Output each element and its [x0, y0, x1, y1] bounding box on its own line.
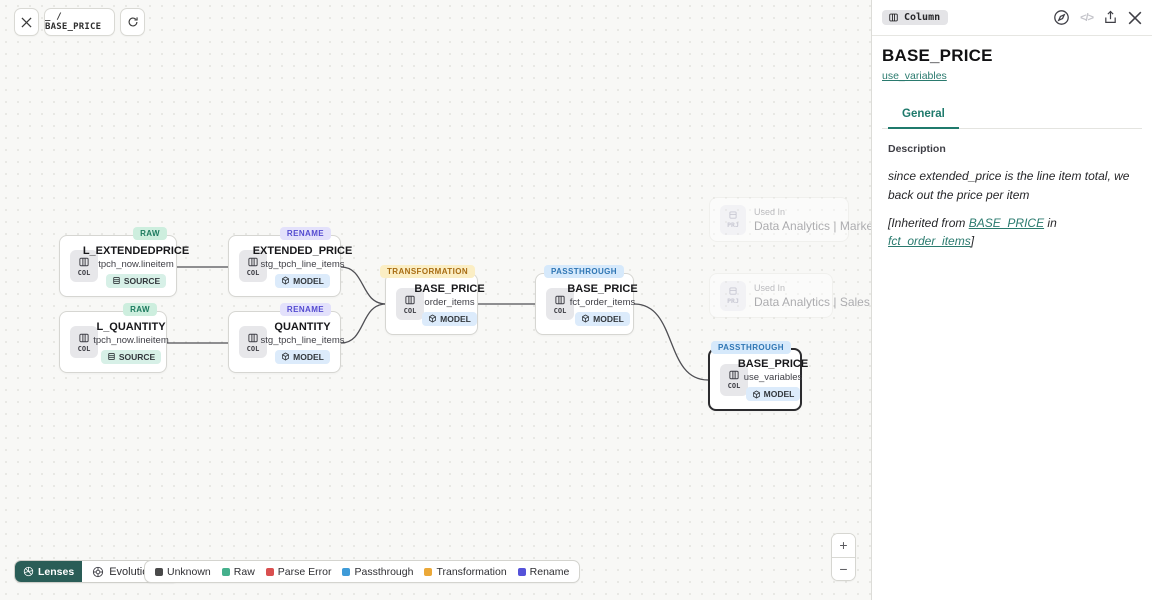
used-in-card-marketing[interactable]: PRJ Used In Data Analytics | Marketing: [709, 197, 849, 242]
node-title: L_QUANTITY: [96, 321, 165, 333]
used-in-value: Data Analytics | Sales: [754, 295, 870, 309]
description-label: Description: [888, 143, 1136, 155]
evolution-icon: [92, 566, 104, 578]
zoom-in-button[interactable]: +: [832, 534, 855, 558]
node-title: L_EXTENDEDPRICE: [83, 245, 189, 257]
project-icon: PRJ: [720, 281, 746, 311]
node-l-extendedprice[interactable]: RAW COL L_EXTENDEDPRICE tpch_now.lineite…: [59, 235, 177, 297]
legend-item-passthrough: Passthrough: [342, 566, 413, 578]
node-subtitle: tpch_now.lineitem: [93, 335, 169, 346]
zoom-out-button[interactable]: −: [832, 558, 855, 581]
passthrough-swatch: [342, 568, 350, 576]
inherited-model-link[interactable]: fct_order_items: [888, 234, 971, 248]
close-lineage-button[interactable]: [14, 8, 39, 36]
transformation-swatch: [424, 568, 432, 576]
node-subtitle: tpch_now.lineitem: [98, 259, 174, 270]
panel-header: Column </>: [872, 0, 1152, 36]
used-in-label: Used In: [754, 283, 870, 293]
node-subtitle: use_variables: [744, 372, 803, 383]
node-subtitle: stg_tpch_line_items: [261, 259, 345, 270]
legend-item-parse-error: Parse Error: [266, 566, 332, 578]
node-l-quantity[interactable]: RAW COL L_QUANTITY tpch_now.lineitem SOU…: [59, 311, 167, 373]
edge-type-badge: PASSTHROUGH: [544, 265, 624, 278]
edge-type-badge: TRANSFORMATION: [380, 265, 475, 278]
edge-type-legend: Unknown Raw Parse Error Passthrough Tran…: [144, 560, 580, 583]
model-badge: MODEL: [746, 387, 801, 401]
project-icon: PRJ: [720, 205, 746, 235]
lineage-canvas[interactable]: _ / BASE_PRICE PRJ Used In Data Analytic…: [0, 0, 871, 600]
details-panel: Column </> BASE_PRICE use_variables Gene…: [871, 0, 1152, 600]
tab-general[interactable]: General: [888, 102, 959, 129]
legend-item-transformation: Transformation: [424, 566, 506, 578]
model-badge: MODEL: [275, 274, 330, 288]
refresh-button[interactable]: [120, 8, 145, 36]
edge-type-badge: RAW: [123, 303, 157, 316]
entity-type-badge: Column: [882, 10, 948, 25]
share-icon[interactable]: [1103, 10, 1118, 25]
panel-tabs: General: [882, 102, 1142, 129]
column-icon: [888, 12, 899, 23]
lenses-button[interactable]: Lenses: [15, 561, 82, 582]
parse-error-swatch: [266, 568, 274, 576]
node-subtitle: stg_tpch_line_items: [261, 335, 345, 346]
node-subtitle: fct_order_items: [570, 297, 635, 308]
unknown-swatch: [155, 568, 163, 576]
node-title: BASE_PRICE: [567, 283, 637, 295]
model-badge: MODEL: [575, 312, 630, 326]
rename-swatch: [518, 568, 526, 576]
model-badge: MODEL: [422, 312, 477, 326]
node-base-price-order-items[interactable]: TRANSFORMATION COL BASE_PRICE order_item…: [385, 273, 478, 335]
node-extended-price[interactable]: RENAME COL EXTENDED_PRICE stg_tpch_line_…: [228, 235, 341, 297]
legend-item-raw: Raw: [222, 566, 255, 578]
code-icon[interactable]: </>: [1080, 12, 1093, 24]
source-badge: SOURCE: [101, 350, 161, 364]
zoom-controls: + −: [831, 533, 856, 581]
description-text: since extended_price is the line item to…: [888, 167, 1136, 204]
compass-icon[interactable]: [1053, 9, 1070, 26]
edge-type-badge: RENAME: [280, 227, 331, 240]
model-badge: MODEL: [275, 350, 330, 364]
lens-aperture-icon: [23, 566, 34, 577]
node-quantity[interactable]: RENAME COL QUANTITY stg_tpch_line_items …: [228, 311, 341, 373]
model-link[interactable]: use_variables: [882, 70, 947, 82]
node-title: EXTENDED_PRICE: [253, 245, 353, 257]
node-base-price-fct-order-items[interactable]: PASSTHROUGH COL BASE_PRICE fct_order_ite…: [535, 273, 634, 335]
refresh-icon: [127, 16, 139, 28]
node-subtitle: order_items: [424, 297, 474, 308]
legend-item-unknown: Unknown: [155, 566, 211, 578]
legend-item-rename: Rename: [518, 566, 570, 578]
inherited-note: [Inherited from BASE_PRICE in fct_order_…: [888, 214, 1136, 250]
edge-type-badge: PASSTHROUGH: [711, 341, 791, 354]
lineage-app: _ / BASE_PRICE PRJ Used In Data Analytic…: [0, 0, 1152, 600]
edge-type-badge: RENAME: [280, 303, 331, 316]
description-section: Description since extended_price is the …: [882, 129, 1142, 250]
source-badge: SOURCE: [106, 274, 166, 288]
node-base-price-use-variables[interactable]: PASSTHROUGH COL BASE_PRICE use_variables…: [708, 348, 802, 411]
edge-type-badge: RAW: [133, 227, 167, 240]
node-title: BASE_PRICE: [414, 283, 484, 295]
raw-swatch: [222, 568, 230, 576]
node-title: BASE_PRICE: [738, 358, 808, 370]
close-icon: [21, 17, 32, 28]
breadcrumb[interactable]: _ / BASE_PRICE: [44, 8, 115, 36]
inherited-column-link[interactable]: BASE_PRICE: [969, 216, 1044, 230]
panel-title: BASE_PRICE: [882, 46, 1142, 66]
close-panel-icon[interactable]: [1128, 11, 1142, 25]
node-title: QUANTITY: [274, 321, 330, 333]
used-in-card-sales[interactable]: PRJ Used In Data Analytics | Sales: [709, 273, 833, 318]
